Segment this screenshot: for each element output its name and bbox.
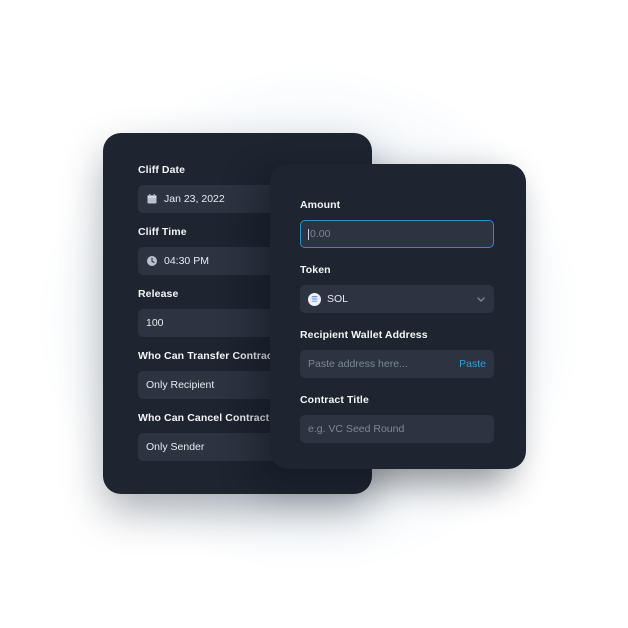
solana-icon: [308, 292, 321, 306]
recipient-placeholder: Paste address here...: [308, 358, 408, 370]
amount-placeholder: 0.00: [310, 228, 331, 240]
amount-group: Amount 0.00: [300, 198, 495, 248]
clock-icon: [146, 256, 157, 267]
cancel-value: Only Sender: [146, 441, 205, 453]
cliff-time-value: 04:30 PM: [164, 255, 209, 267]
text-caret: [308, 228, 309, 240]
contract-title-label: Contract Title: [300, 394, 369, 406]
payment-details-card: Amount 0.00 Token SOL Recipient Wallet A…: [270, 164, 526, 469]
token-value: SOL: [327, 293, 349, 305]
amount-label: Amount: [300, 199, 341, 211]
cliff-date-value: Jan 23, 2022: [164, 193, 225, 205]
amount-input[interactable]: 0.00: [300, 220, 494, 248]
chevron-down-icon: [476, 294, 486, 304]
token-group: Token SOL: [300, 263, 495, 313]
calendar-icon: [146, 194, 157, 205]
release-value: 100: [146, 317, 164, 329]
token-select[interactable]: SOL: [300, 285, 494, 313]
token-label: Token: [300, 264, 331, 276]
paste-button[interactable]: Paste: [459, 358, 486, 370]
recipient-label: Recipient Wallet Address: [300, 329, 428, 341]
recipient-input[interactable]: Paste address here... Paste: [300, 350, 494, 378]
recipient-group: Recipient Wallet Address Paste address h…: [300, 328, 495, 378]
transfer-value: Only Recipient: [146, 379, 215, 391]
contract-title-placeholder: e.g. VC Seed Round: [308, 423, 405, 435]
contract-title-input[interactable]: e.g. VC Seed Round: [300, 415, 494, 443]
stage: Cliff Date Jan 23, 2022 Cliff Time 04:30…: [0, 0, 628, 628]
contract-title-group: Contract Title e.g. VC Seed Round: [300, 393, 495, 443]
